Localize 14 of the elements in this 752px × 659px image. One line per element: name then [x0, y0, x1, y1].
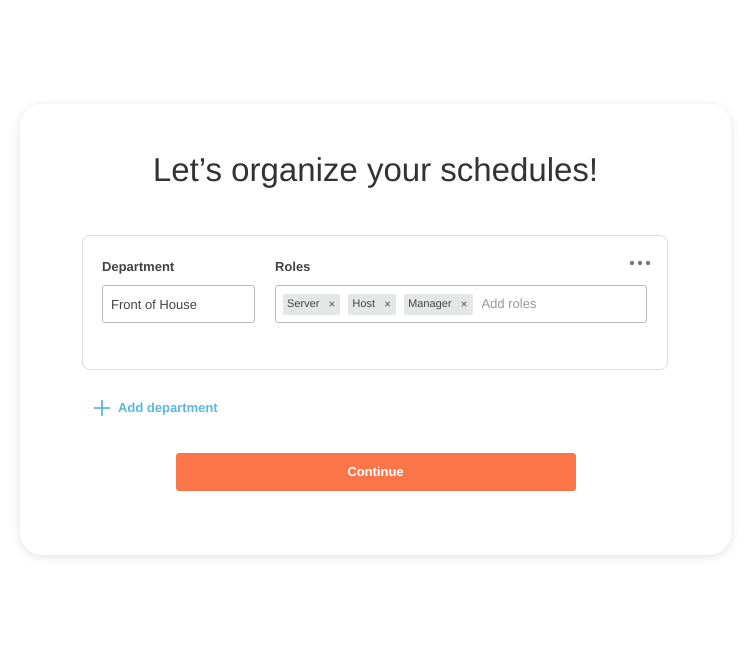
role-label: Manager — [408, 296, 452, 312]
plus-icon — [94, 400, 110, 416]
remove-tag-button[interactable]: × — [327, 298, 336, 310]
remove-tag-button[interactable]: × — [459, 298, 468, 310]
remove-tag-button[interactable]: × — [383, 298, 392, 310]
field-label: Roles — [275, 259, 310, 275]
more-options-icon[interactable] — [629, 260, 651, 266]
department-input[interactable]: Front of House — [102, 285, 255, 323]
page-title: Let’s organize your schedules! — [152, 150, 598, 190]
role-label: Host — [352, 296, 376, 312]
roles-input[interactable]: Server × Host × Manager × Add roles — [275, 285, 647, 323]
add-roles-field[interactable]: Add roles — [482, 294, 602, 314]
role-label: Server — [287, 296, 320, 312]
field-label: Department — [102, 259, 174, 275]
